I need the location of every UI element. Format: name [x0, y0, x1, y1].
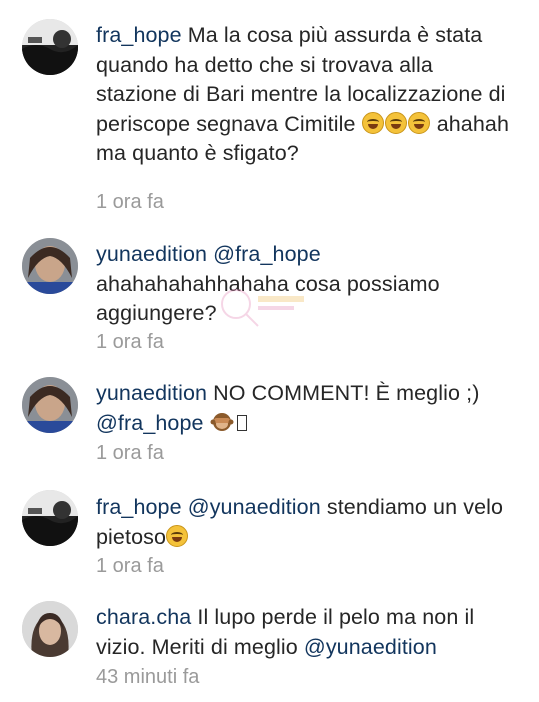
comment-username[interactable]: fra_hope [96, 23, 182, 47]
comment-message: NO COMMENT! È meglio ;) [213, 381, 480, 405]
avatar[interactable] [22, 601, 78, 657]
avatar-image-icon [22, 601, 78, 657]
avatar-image-icon [22, 377, 78, 433]
comment-mention[interactable]: @yunaedition [304, 635, 437, 659]
comment-text: yunaedition @fra_hope ahahahahahhahaha c… [96, 240, 511, 329]
comment-message: ahahahahahhahaha cosa possiamo aggiunger… [96, 271, 440, 326]
avatar[interactable] [22, 238, 78, 294]
avatar-image-icon [22, 490, 78, 546]
comment-text: fra_hope Ma la cosa più assurda è stata … [96, 21, 511, 169]
comment-mention[interactable]: @yunaedition [188, 495, 321, 519]
comment-list: fra_hope Ma la cosa più assurda è stata … [0, 0, 539, 702]
comment-mention[interactable]: @fra_hope [213, 242, 321, 266]
comment-text: fra_hope @yunaedition stendiamo un velo … [96, 493, 511, 552]
avatar[interactable] [22, 490, 78, 546]
comment-timestamp[interactable]: 1 ora fa [96, 442, 164, 465]
face-with-tears-of-joy-icon [384, 111, 407, 134]
comment-timestamp[interactable]: 1 ora fa [96, 555, 164, 578]
comment-text: chara.cha Il lupo perde il pelo ma non i… [96, 603, 511, 662]
avatar[interactable] [22, 377, 78, 433]
avatar-image-icon [22, 238, 78, 294]
see-no-evil-monkey-icon [210, 412, 234, 431]
comment-mention[interactable]: @fra_hope [96, 411, 204, 435]
missing-glyph-icon [236, 414, 247, 431]
comment-username[interactable]: fra_hope [96, 495, 182, 519]
comment-timestamp[interactable]: 43 minuti fa [96, 666, 199, 689]
avatar-image-icon [22, 19, 78, 75]
comment-username[interactable]: chara.cha [96, 605, 191, 629]
comment-text: yunaedition NO COMMENT! È meglio ;) @fra… [96, 379, 511, 438]
face-with-tears-of-joy-icon [407, 111, 430, 134]
comment-timestamp[interactable]: 1 ora fa [96, 331, 164, 354]
comment-username[interactable]: yunaedition [96, 242, 207, 266]
comment-username[interactable]: yunaedition [96, 381, 207, 405]
comment-timestamp[interactable]: 1 ora fa [96, 191, 164, 214]
face-with-tears-of-joy-icon [166, 524, 189, 547]
face-with-tears-of-joy-icon [361, 111, 384, 134]
avatar[interactable] [22, 19, 78, 75]
